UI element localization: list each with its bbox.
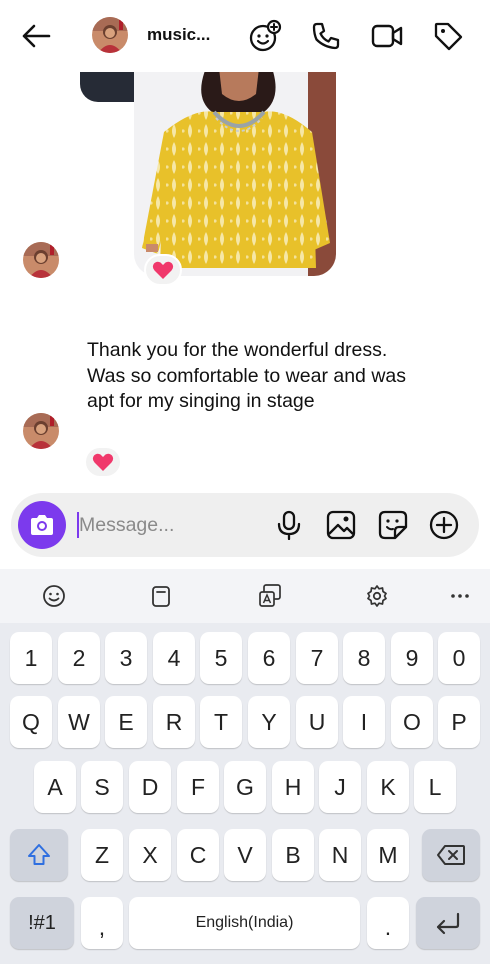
message-input[interactable]: [79, 507, 259, 543]
key-i[interactable]: I: [343, 696, 385, 748]
key-9[interactable]: 9: [391, 632, 433, 684]
message-text[interactable]: Thank you for the wonderful dress. Was s…: [87, 338, 417, 415]
clipboard-icon[interactable]: [141, 576, 181, 616]
sender-avatar[interactable]: [23, 242, 59, 278]
key-2[interactable]: 2: [58, 632, 100, 684]
key-g[interactable]: G: [224, 761, 266, 813]
key-c[interactable]: C: [177, 829, 219, 881]
settings-icon[interactable]: [357, 576, 397, 616]
sticker-icon[interactable]: [376, 508, 410, 542]
key-p[interactable]: P: [438, 696, 480, 748]
key-v[interactable]: V: [224, 829, 266, 881]
key-a[interactable]: A: [34, 761, 76, 813]
shift-key[interactable]: [10, 829, 68, 881]
key-n[interactable]: N: [319, 829, 361, 881]
shift-icon: [28, 844, 50, 865]
symbols-key[interactable]: !#1: [10, 897, 74, 949]
chat-thread: Thank you for the wonderful dress. Was s…: [0, 72, 490, 490]
heart-reaction[interactable]: [84, 446, 122, 478]
on-screen-keyboard: 1 2 3 4 5 6 7 8 9 0 Q W E R T Y U I O P …: [0, 569, 490, 964]
key-3[interactable]: 3: [105, 632, 147, 684]
backspace-icon: [437, 845, 465, 865]
sender-avatar[interactable]: [23, 413, 59, 449]
key-8[interactable]: 8: [343, 632, 385, 684]
key-z[interactable]: Z: [81, 829, 123, 881]
message-composer: [11, 493, 479, 557]
back-arrow-icon[interactable]: [18, 18, 54, 54]
key-t[interactable]: T: [200, 696, 242, 748]
key-0[interactable]: 0: [438, 632, 480, 684]
add-icon[interactable]: [427, 508, 461, 542]
comma-key[interactable]: ,: [81, 897, 123, 949]
effects-icon[interactable]: [247, 18, 283, 54]
key-o[interactable]: O: [391, 696, 433, 748]
video-camera-icon[interactable]: [369, 18, 405, 54]
translate-icon[interactable]: [250, 576, 290, 616]
phone-icon[interactable]: [308, 18, 344, 54]
key-d[interactable]: D: [129, 761, 171, 813]
key-r[interactable]: R: [153, 696, 195, 748]
avatar[interactable]: [92, 17, 128, 53]
shared-photo[interactable]: [134, 72, 336, 276]
key-6[interactable]: 6: [248, 632, 290, 684]
key-4[interactable]: 4: [153, 632, 195, 684]
key-f[interactable]: F: [177, 761, 219, 813]
key-q[interactable]: Q: [10, 696, 52, 748]
space-bar[interactable]: English(India): [129, 897, 360, 949]
heart-reaction[interactable]: [144, 254, 182, 286]
gallery-icon[interactable]: [324, 508, 358, 542]
key-j[interactable]: J: [319, 761, 361, 813]
microphone-icon[interactable]: [272, 508, 306, 542]
camera-icon[interactable]: [18, 501, 66, 549]
key-e[interactable]: E: [105, 696, 147, 748]
enter-icon: [436, 912, 460, 935]
key-w[interactable]: W: [58, 696, 100, 748]
emoji-icon[interactable]: [34, 576, 74, 616]
enter-key[interactable]: [416, 897, 480, 949]
key-u[interactable]: U: [296, 696, 338, 748]
chat-header: music...: [0, 0, 490, 72]
key-5[interactable]: 5: [200, 632, 242, 684]
period-key[interactable]: .: [367, 897, 409, 949]
more-icon[interactable]: [440, 576, 480, 616]
key-7[interactable]: 7: [296, 632, 338, 684]
key-k[interactable]: K: [367, 761, 409, 813]
key-h[interactable]: H: [272, 761, 314, 813]
key-x[interactable]: X: [129, 829, 171, 881]
key-m[interactable]: M: [367, 829, 409, 881]
backspace-key[interactable]: [422, 829, 480, 881]
tag-icon[interactable]: [430, 18, 466, 54]
keyboard-toolbar: [0, 569, 490, 623]
key-s[interactable]: S: [81, 761, 123, 813]
key-b[interactable]: B: [272, 829, 314, 881]
key-y[interactable]: Y: [248, 696, 290, 748]
key-1[interactable]: 1: [10, 632, 52, 684]
key-l[interactable]: L: [414, 761, 456, 813]
chat-username[interactable]: music...: [147, 25, 210, 45]
